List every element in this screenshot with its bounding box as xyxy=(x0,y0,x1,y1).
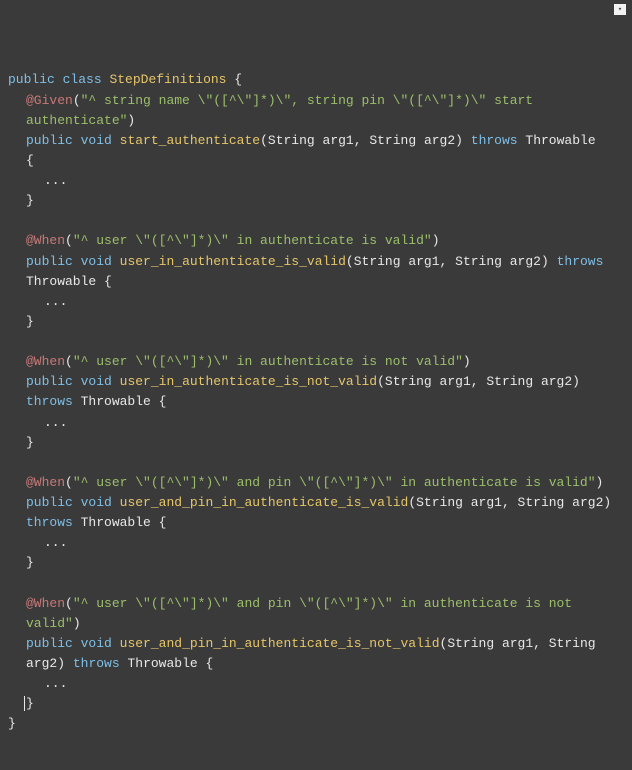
annotation-line: @Given("^ string name \"([^\"]*)\", stri… xyxy=(8,91,624,131)
method-signature: public void user_and_pin_in_authenticate… xyxy=(8,634,624,674)
chevron-down-icon: ▾ xyxy=(618,7,622,14)
method-name: user_and_pin_in_authenticate_is_valid xyxy=(120,495,409,510)
blank-line xyxy=(8,574,624,594)
annotation: @When xyxy=(26,233,65,248)
annotation-string: "^ string name \"([^\"]*)\", string pin … xyxy=(26,93,541,128)
annotation: @When xyxy=(26,596,65,611)
method-signature: public void user_in_authenticate_is_not_… xyxy=(8,372,624,412)
text-cursor xyxy=(24,696,25,711)
annotation-line: @When("^ user \"([^\"]*)\" and pin \"([^… xyxy=(8,594,624,634)
method-body-ellipsis: ... xyxy=(8,413,624,433)
method-close: } xyxy=(8,312,624,332)
class-declaration: public class StepDefinitions { xyxy=(8,70,624,90)
annotation: @When xyxy=(26,354,65,369)
method-signature: public void user_and_pin_in_authenticate… xyxy=(8,493,624,533)
method-signature: public void start_authenticate(String ar… xyxy=(8,131,624,171)
method-body-ellipsis: ... xyxy=(8,171,624,191)
method-name: user_in_authenticate_is_not_valid xyxy=(120,374,377,389)
method-body-ellipsis: ... xyxy=(8,533,624,553)
method-close: } xyxy=(8,553,624,573)
annotation-line: @When("^ user \"([^\"]*)\" in authentica… xyxy=(8,352,624,372)
method-name: user_and_pin_in_authenticate_is_not_vali… xyxy=(120,636,440,651)
method-body-ellipsis: ... xyxy=(8,674,624,694)
method-name: user_in_authenticate_is_valid xyxy=(120,254,346,269)
code-body: public class StepDefinitions {@Given("^ … xyxy=(8,70,624,734)
method-name: start_authenticate xyxy=(120,133,260,148)
annotation-string: "^ user \"([^\"]*)\" and pin \"([^\"]*)\… xyxy=(73,475,596,490)
annotation-string: "^ user \"([^\"]*)\" in authenticate is … xyxy=(73,233,432,248)
annotation-line: @When("^ user \"([^\"]*)\" and pin \"([^… xyxy=(8,473,624,493)
annotation-line: @When("^ user \"([^\"]*)\" in authentica… xyxy=(8,231,624,251)
method-close: } xyxy=(8,694,624,714)
method-close: } xyxy=(8,433,624,453)
annotation-string: "^ user \"([^\"]*)\" and pin \"([^\"]*)\… xyxy=(26,596,580,631)
annotation: @Given xyxy=(26,93,73,108)
blank-line xyxy=(8,332,624,352)
blank-line xyxy=(8,453,624,473)
method-close: } xyxy=(8,191,624,211)
blank-line xyxy=(8,211,624,231)
method-signature: public void user_in_authenticate_is_vali… xyxy=(8,252,624,292)
annotation: @When xyxy=(26,475,65,490)
menu-button[interactable]: ▾ xyxy=(614,4,626,15)
method-body-ellipsis: ... xyxy=(8,292,624,312)
class-close: } xyxy=(8,714,624,734)
code-block: ▾ public class StepDefinitions {@Given("… xyxy=(0,0,632,763)
annotation-string: "^ user \"([^\"]*)\" in authenticate is … xyxy=(73,354,463,369)
